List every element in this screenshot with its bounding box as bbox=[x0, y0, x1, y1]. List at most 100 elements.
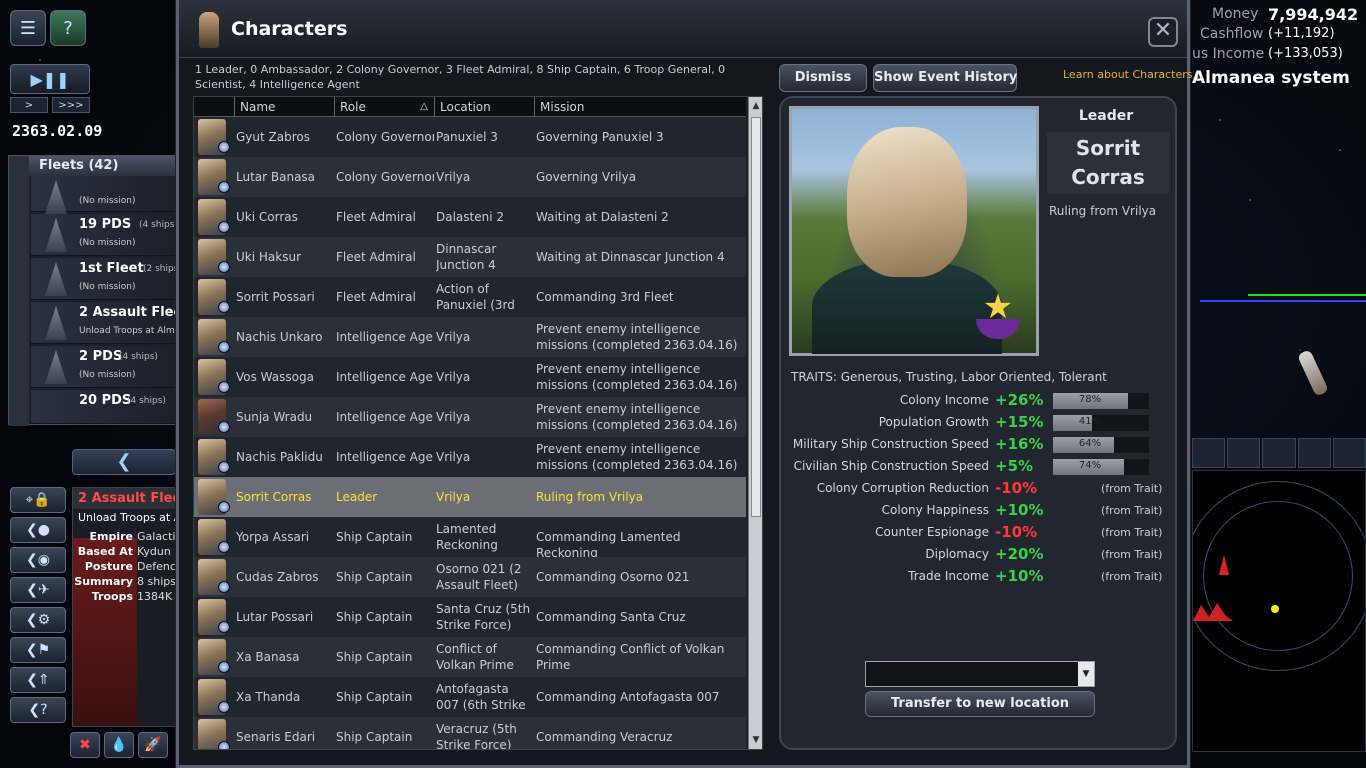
character-role: Colony Governor bbox=[336, 170, 434, 184]
cancel-order-button[interactable]: ✖ bbox=[70, 732, 100, 758]
help-icon: ? bbox=[63, 17, 73, 39]
planets-tool-button[interactable]: ❮● bbox=[10, 517, 66, 543]
character-role: Ship Captain bbox=[336, 730, 413, 744]
character-name: Vos Wassoga bbox=[236, 370, 314, 384]
bonus-value: +20% bbox=[995, 545, 1044, 563]
fleet-row[interactable]: 2 PDS (4 ships) (No mission) bbox=[31, 346, 179, 388]
role-badge-icon bbox=[218, 461, 230, 473]
collapse-panel-button[interactable]: ❮ bbox=[72, 449, 176, 475]
character-mission: Prevent enemy intelligence missions (com… bbox=[536, 402, 738, 432]
ship-icon bbox=[45, 180, 67, 214]
character-role: Intelligence Agent bbox=[336, 410, 434, 424]
fleet-row[interactable]: (No mission) bbox=[31, 176, 179, 214]
question-icon: ❮? bbox=[28, 702, 48, 718]
table-row[interactable]: Nachis PakliduIntelligence AgentVrilyaPr… bbox=[194, 437, 746, 477]
scroll-thumb[interactable] bbox=[751, 117, 761, 517]
settings-tool-button[interactable]: ❮⚙ bbox=[10, 607, 66, 633]
table-row[interactable]: Xa Thanda Ship Captain Antofagasta 007 (6t… bbox=[194, 677, 746, 717]
minimap-tab[interactable] bbox=[1262, 438, 1296, 468]
fleet-name: 2 Assault Fleet bbox=[79, 305, 189, 320]
table-scrollbar[interactable]: ▲ ▼ bbox=[748, 97, 762, 749]
column-header-role[interactable]: Role △ bbox=[334, 97, 434, 117]
minimap-tab[interactable] bbox=[1192, 438, 1226, 468]
table-row[interactable]: Sunja WraduIntelligence AgentVrilyaPreve… bbox=[194, 397, 746, 437]
ships-tool-button[interactable]: ❮✈ bbox=[10, 577, 66, 603]
chevron-down-icon[interactable]: ▼ bbox=[1078, 662, 1094, 686]
bonus-percent: 64% bbox=[1078, 438, 1102, 449]
fleet-icon: ❮⇑ bbox=[26, 672, 50, 688]
bonus-label: Diplomacy bbox=[925, 547, 989, 561]
role-badge-icon bbox=[218, 501, 230, 513]
pause-play-button[interactable]: ▶❚❚ bbox=[10, 64, 90, 94]
main-menu-button[interactable]: ☰ bbox=[10, 10, 46, 46]
character-role: Colony Governor bbox=[336, 130, 434, 144]
ship-icon bbox=[45, 262, 67, 296]
fleet-stat: Empire Galacti bbox=[89, 530, 176, 543]
bonus-label: Counter Espionage bbox=[875, 525, 989, 539]
character-role: Ship Captain bbox=[336, 610, 413, 624]
speed-slow-button[interactable]: > bbox=[10, 97, 48, 113]
show-event-history-button[interactable]: Show Event History bbox=[873, 64, 1017, 92]
table-row-selected[interactable]: Sorrit Corras Leader Vrilya Ruling from Vri… bbox=[194, 477, 746, 517]
table-row[interactable]: Uki Corras Fleet Admiral Dalasteni 2 Waitin… bbox=[194, 197, 746, 237]
fleet-name: 1st Fleet bbox=[79, 261, 144, 276]
column-header-mission[interactable]: Mission bbox=[534, 97, 746, 117]
help-tool-button[interactable]: ❮? bbox=[10, 697, 66, 723]
table-row[interactable]: Yorpa Assari Ship Captain Lamented Reckoni… bbox=[194, 517, 746, 560]
ship-order-button[interactable]: 🚀 bbox=[138, 732, 168, 758]
table-row[interactable]: Sorrit Possari Fleet Admiral Action of Pan… bbox=[194, 277, 746, 317]
fleet-stat: Based At Kydun bbox=[77, 545, 171, 558]
character-name: Senaris Edari bbox=[236, 730, 316, 744]
transfer-location-button[interactable]: Transfer to new location bbox=[865, 691, 1095, 717]
table-row[interactable]: Gyut Zabros Colony Governor Panuxiel 3 Gove… bbox=[194, 117, 746, 157]
fleet-mission: (No mission) bbox=[79, 282, 136, 292]
fleets-header[interactable]: Fleets (42) bbox=[9, 156, 177, 176]
fuel-button[interactable]: 💧 bbox=[104, 732, 134, 758]
fleet-row[interactable]: 20 PDS (4 ships) bbox=[31, 390, 179, 424]
view-tool-button[interactable]: ❮◉ bbox=[10, 547, 66, 573]
minimap-tab[interactable] bbox=[1297, 438, 1331, 468]
character-mission: Commanding Veracruz bbox=[536, 730, 673, 744]
table-row[interactable]: Vos WassogaIntelligence AgentVrilyaPreve… bbox=[194, 357, 746, 397]
character-icon bbox=[199, 12, 219, 48]
fleet-filter-icons[interactable] bbox=[9, 156, 29, 426]
character-name: Sunja Wradu bbox=[236, 410, 313, 424]
table-row[interactable]: Lutar Banasa Colony Governor Vrilya Governi… bbox=[194, 157, 746, 197]
close-button[interactable]: ✕ bbox=[1148, 17, 1178, 47]
target-tool-button[interactable]: ⌖🔒 bbox=[10, 487, 66, 513]
character-location: Antofagasta 007 (6th Strike Force) bbox=[436, 682, 526, 715]
speed-fast-button[interactable]: >>> bbox=[52, 97, 90, 113]
map-route-line bbox=[1200, 300, 1366, 302]
table-row[interactable]: Senaris Edari Ship Captain Veracruz (5th S… bbox=[194, 717, 746, 749]
table-row[interactable]: Uki Haksur Fleet Admiral Dinnascar Junctio… bbox=[194, 237, 746, 277]
bonus-percent: 78% bbox=[1078, 394, 1102, 405]
income-label: us Income bbox=[1192, 46, 1265, 62]
bonus-row: Counter Espionage -10% (from Trait) bbox=[781, 522, 1179, 544]
system-minimap[interactable] bbox=[1192, 470, 1366, 752]
column-header-location[interactable]: Location bbox=[434, 97, 534, 117]
bonus-value: +26% bbox=[995, 391, 1044, 409]
fleet-row[interactable]: 1st Fleet (2 ships) (No mission) bbox=[31, 258, 182, 300]
minimap-tab[interactable] bbox=[1332, 438, 1366, 468]
table-row[interactable]: Lutar Possari Ship Captain Santa Cruz (5th… bbox=[194, 597, 746, 637]
role-badge-icon bbox=[218, 701, 230, 713]
scroll-down-arrow[interactable]: ▼ bbox=[749, 733, 762, 747]
dismiss-button[interactable]: Dismiss bbox=[779, 64, 867, 92]
flag-tool-button[interactable]: ❮⚑ bbox=[10, 637, 66, 663]
location-select[interactable]: ▼ bbox=[865, 661, 1095, 687]
table-row[interactable]: Xa Banasa Ship Captain Conflict of Volkan … bbox=[194, 637, 746, 677]
scroll-up-arrow[interactable]: ▲ bbox=[749, 99, 762, 113]
learn-about-characters-link[interactable]: Learn about Characters... bbox=[1063, 68, 1203, 81]
planet-icon: ❮● bbox=[26, 522, 50, 538]
fleet-row[interactable]: 2 Assault Fleet Unload Troops at Almane bbox=[31, 302, 191, 344]
fleet-row[interactable]: 19 PDS (4 ships) (No mission) bbox=[31, 214, 179, 256]
bonus-source: (from Trait) bbox=[1101, 482, 1163, 495]
table-row[interactable]: Nachis UnkaroIntelligence AgentVrilyaPre… bbox=[194, 317, 746, 357]
help-button[interactable]: ? bbox=[50, 10, 86, 46]
minimap-tab[interactable] bbox=[1227, 438, 1261, 468]
role-badge-icon bbox=[218, 621, 230, 633]
table-row[interactable]: Cudas Zabros Ship Captain Osorno 021 (2 As… bbox=[194, 557, 746, 597]
fleet-name: 20 PDS bbox=[79, 393, 132, 408]
fleet-tool-button[interactable]: ❮⇑ bbox=[10, 667, 66, 693]
column-header-name[interactable]: Name bbox=[234, 97, 334, 117]
